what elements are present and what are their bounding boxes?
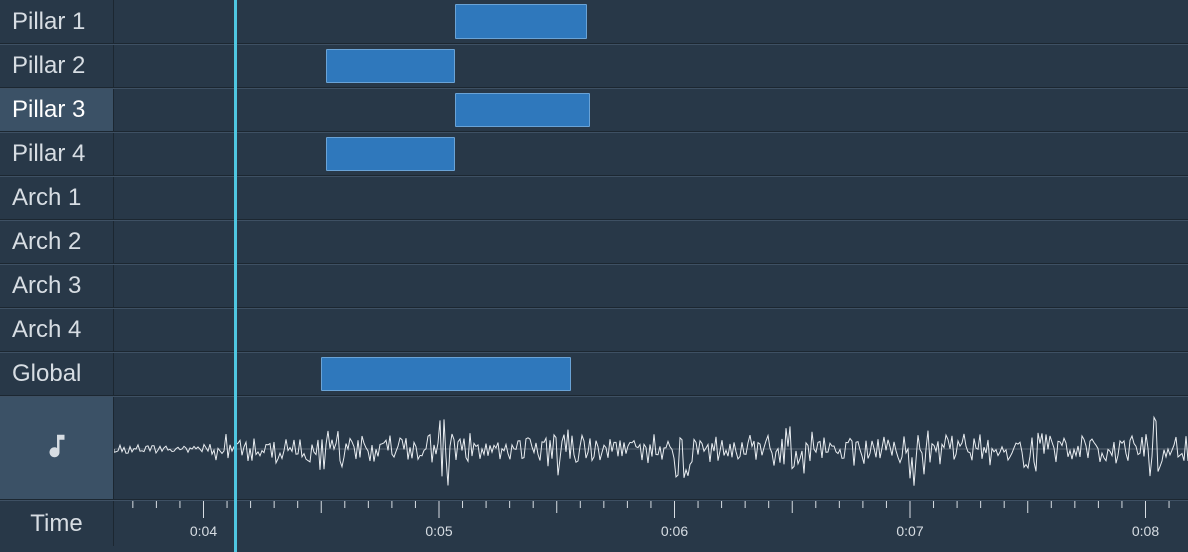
time-ruler-row: Time 0:04 0:05 0:06 0:07 0:08	[0, 500, 1188, 546]
ruler-tick-label: 0:04	[190, 523, 217, 539]
ruler-tick-label: 0:07	[896, 523, 923, 539]
clip[interactable]	[321, 357, 571, 391]
track-label[interactable]: Pillar 3	[0, 89, 114, 131]
track-label[interactable]: Arch 2	[0, 221, 114, 263]
track-row-arch2[interactable]: Arch 2	[0, 220, 1188, 264]
track-row-global[interactable]: Global	[0, 352, 1188, 396]
ruler-tick-label: 0:05	[425, 523, 452, 539]
clip[interactable]	[326, 49, 456, 83]
track-row-pillar3[interactable]: Pillar 3	[0, 88, 1188, 132]
clip[interactable]	[455, 4, 587, 39]
ruler-tick-label: 0:06	[661, 523, 688, 539]
ruler-tick-label: 0:08	[1132, 523, 1159, 539]
clip[interactable]	[455, 93, 589, 127]
track-lane[interactable]	[114, 309, 1188, 351]
track-label[interactable]: Arch 4	[0, 309, 114, 351]
track-lane[interactable]	[114, 177, 1188, 219]
track-row-arch3[interactable]: Arch 3	[0, 264, 1188, 308]
track-lane[interactable]	[114, 265, 1188, 307]
track-lane[interactable]	[114, 133, 1188, 175]
track-lane[interactable]	[114, 45, 1188, 87]
track-label[interactable]: Global	[0, 353, 114, 395]
track-row-arch1[interactable]: Arch 1	[0, 176, 1188, 220]
time-ruler[interactable]: 0:04 0:05 0:06 0:07 0:08	[114, 501, 1188, 546]
track-label[interactable]: Pillar 4	[0, 133, 114, 175]
track-lane[interactable]	[114, 0, 1188, 43]
track-lane[interactable]	[114, 353, 1188, 395]
track-label[interactable]: Arch 1	[0, 177, 114, 219]
track-row-arch4[interactable]: Arch 4	[0, 308, 1188, 352]
timeline-editor: Pillar 1 Pillar 2 Pillar 3 Pillar 4 Arch…	[0, 0, 1188, 552]
track-row-pillar2[interactable]: Pillar 2	[0, 44, 1188, 88]
track-lane[interactable]	[114, 221, 1188, 263]
clip[interactable]	[326, 137, 456, 171]
audio-track-row[interactable]	[0, 396, 1188, 500]
track-label[interactable]: Pillar 2	[0, 45, 114, 87]
track-label[interactable]: Arch 3	[0, 265, 114, 307]
waveform	[114, 397, 1188, 499]
music-icon	[42, 431, 72, 466]
ruler-label: Time	[0, 501, 114, 546]
ruler-ticks	[114, 501, 1188, 546]
track-label[interactable]: Pillar 1	[0, 0, 114, 43]
audio-waveform-lane[interactable]	[114, 397, 1188, 499]
track-lane[interactable]	[114, 89, 1188, 131]
audio-track-label[interactable]	[0, 397, 114, 499]
track-row-pillar4[interactable]: Pillar 4	[0, 132, 1188, 176]
track-row-pillar1[interactable]: Pillar 1	[0, 0, 1188, 44]
